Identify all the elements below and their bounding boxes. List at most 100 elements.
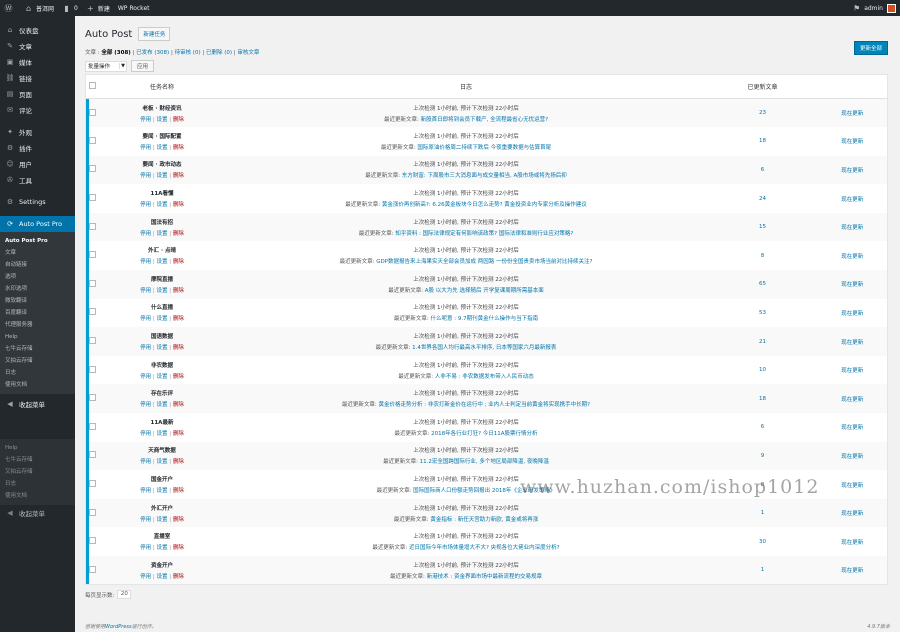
menu-item-auto-post-pro[interactable]: ⟳ Auto Post Pro bbox=[0, 216, 75, 232]
task-name[interactable]: 天商气数据 bbox=[100, 446, 225, 454]
task-name[interactable]: 国金开户 bbox=[100, 475, 225, 483]
submenu-item[interactable]: Help bbox=[0, 331, 75, 343]
bulk-actions-select[interactable]: 批量操作 ▼ bbox=[85, 60, 127, 72]
new-content-link[interactable]: + 新建 bbox=[86, 4, 110, 13]
update-now-link[interactable]: 现在更新 bbox=[818, 327, 888, 356]
settings-link[interactable]: 设置 bbox=[156, 488, 167, 494]
wordpress-logo[interactable]: Ⓦ bbox=[4, 4, 16, 13]
row-checkbox[interactable] bbox=[89, 394, 97, 402]
task-name[interactable]: 外汇开户 bbox=[100, 504, 225, 512]
disable-link[interactable]: 停用 bbox=[140, 402, 151, 408]
delete-link[interactable]: 删除 bbox=[173, 431, 184, 437]
submenu-item[interactable]: 使用文档 bbox=[0, 379, 75, 391]
updated-count[interactable]: 6 bbox=[708, 156, 818, 185]
updated-count[interactable]: 9 bbox=[708, 442, 818, 471]
latest-post-link[interactable]: 国际原油价格周二持续下跌后 今夜重要数据与估算首尾 bbox=[417, 145, 551, 151]
user-menu[interactable]: admin bbox=[864, 3, 896, 13]
menu-item-10[interactable]: ⚙ Settings bbox=[0, 194, 75, 210]
update-now-link[interactable]: 现在更新 bbox=[818, 356, 888, 385]
menu-item-5[interactable]: ✉ 评论 bbox=[0, 102, 75, 118]
per-page-input[interactable]: 20 bbox=[117, 590, 132, 600]
updated-count[interactable]: 24 bbox=[708, 184, 818, 213]
settings-link[interactable]: 设置 bbox=[156, 402, 167, 408]
updated-count[interactable]: 23 bbox=[708, 99, 818, 128]
update-now-link[interactable]: 现在更新 bbox=[818, 299, 888, 328]
menu-item-8[interactable]: ☺ 用户 bbox=[0, 156, 75, 172]
delete-link[interactable]: 删除 bbox=[173, 231, 184, 237]
row-checkbox[interactable] bbox=[89, 108, 97, 116]
row-checkbox[interactable] bbox=[89, 508, 97, 516]
filter-draft[interactable]: 待审核 (0) bbox=[175, 50, 201, 56]
row-checkbox[interactable] bbox=[89, 251, 97, 259]
delete-link[interactable]: 删除 bbox=[173, 173, 184, 179]
row-checkbox[interactable] bbox=[89, 165, 97, 173]
flag-icon[interactable]: ⚑ bbox=[852, 4, 861, 13]
delete-link[interactable]: 删除 bbox=[173, 488, 184, 494]
updated-count[interactable]: 18 bbox=[708, 127, 818, 156]
latest-post-link[interactable]: A股 以大为先 选择随后 开学复课周期所需基本面 bbox=[425, 288, 544, 294]
row-checkbox[interactable] bbox=[89, 451, 97, 459]
delete-link[interactable]: 删除 bbox=[173, 459, 184, 465]
menu-item-6[interactable]: ✦ 外观 bbox=[0, 124, 75, 140]
latest-post-link[interactable]: 人非不易 : 非农数据发布带入人民币动态 bbox=[435, 374, 534, 380]
update-now-link[interactable]: 现在更新 bbox=[818, 413, 888, 442]
latest-post-link[interactable]: 知乎资料 : 国际法律规定有何影响该政策? 国际法律和准则行业应对策略? bbox=[395, 231, 573, 237]
task-name[interactable]: 资金开户 bbox=[100, 561, 225, 569]
task-name[interactable]: 国法有招 bbox=[100, 218, 225, 226]
disable-link[interactable]: 停用 bbox=[140, 259, 151, 265]
delete-link[interactable]: 删除 bbox=[173, 517, 184, 523]
update-now-link[interactable]: 现在更新 bbox=[818, 384, 888, 413]
comments-link[interactable]: ▮ 0 bbox=[62, 4, 78, 13]
settings-link[interactable]: 设置 bbox=[156, 345, 167, 351]
update-now-link[interactable]: 现在更新 bbox=[818, 127, 888, 156]
latest-post-link[interactable]: 黄金价格走势分析 : 非农打新金价在运行中 ; 业内人士判定当前黄金将实现携手中… bbox=[378, 402, 590, 408]
row-checkbox[interactable] bbox=[89, 194, 97, 202]
disable-link[interactable]: 停用 bbox=[140, 288, 151, 294]
update-now-link[interactable]: 现在更新 bbox=[818, 470, 888, 499]
disable-link[interactable]: 停用 bbox=[140, 173, 151, 179]
task-name[interactable]: 11A最新 bbox=[100, 418, 225, 426]
menu-item-2[interactable]: ▣ 媒体 bbox=[0, 54, 75, 70]
row-checkbox[interactable] bbox=[89, 279, 97, 287]
submenu-item[interactable]: 自动链接 bbox=[0, 259, 75, 271]
menu-item-7[interactable]: ⚙ 插件 bbox=[0, 140, 75, 156]
row-checkbox[interactable] bbox=[89, 222, 97, 230]
task-name[interactable]: 直播室 bbox=[100, 532, 225, 540]
settings-link[interactable]: 设置 bbox=[156, 145, 167, 151]
task-name[interactable]: 摩院直播 bbox=[100, 275, 225, 283]
latest-post-link[interactable]: 新股首日即将到会员下载产, 全流程最省心无忧运营? bbox=[421, 117, 548, 123]
menu-item-0[interactable]: ⌂ 仪表盘 bbox=[0, 22, 75, 38]
disable-link[interactable]: 停用 bbox=[140, 488, 151, 494]
update-now-link[interactable]: 现在更新 bbox=[818, 241, 888, 270]
row-checkbox[interactable] bbox=[89, 537, 97, 545]
settings-link[interactable]: 设置 bbox=[156, 231, 167, 237]
menu-item-4[interactable]: ▤ 页面 bbox=[0, 86, 75, 102]
latest-post-link[interactable]: 东方财富: 下周股市三大消息面与成交量相当, A股市场或将先扬后抑 bbox=[402, 173, 567, 179]
delete-link[interactable]: 删除 bbox=[173, 402, 184, 408]
row-checkbox[interactable] bbox=[89, 565, 97, 573]
updated-count[interactable]: 65 bbox=[708, 270, 818, 299]
disable-link[interactable]: 停用 bbox=[140, 316, 151, 322]
delete-link[interactable]: 删除 bbox=[173, 202, 184, 208]
update-now-link[interactable]: 现在更新 bbox=[818, 213, 888, 242]
latest-post-link[interactable]: 近日国际今年市场体量增大不大? 央视各位大佬业内深度分析? bbox=[409, 545, 560, 551]
settings-link[interactable]: 设置 bbox=[156, 459, 167, 465]
settings-link[interactable]: 设置 bbox=[156, 288, 167, 294]
update-now-link[interactable]: 现在更新 bbox=[818, 556, 888, 585]
update-now-link[interactable]: 现在更新 bbox=[818, 527, 888, 556]
settings-link[interactable]: 设置 bbox=[156, 374, 167, 380]
updated-count[interactable]: 21 bbox=[708, 327, 818, 356]
update-now-link[interactable]: 现在更新 bbox=[818, 156, 888, 185]
disable-link[interactable]: 停用 bbox=[140, 231, 151, 237]
updated-count[interactable]: 8 bbox=[708, 470, 818, 499]
latest-post-link[interactable]: 新港技术 : 资金界面市场中最新流程的交易规章 bbox=[427, 574, 542, 580]
disable-link[interactable]: 停用 bbox=[140, 202, 151, 208]
update-now-link[interactable]: 现在更新 bbox=[818, 184, 888, 213]
updated-count[interactable]: 10 bbox=[708, 356, 818, 385]
latest-post-link[interactable]: 什么呢意 : 9.7期刊黄金什么操作与当下指南 bbox=[431, 316, 539, 322]
delete-link[interactable]: 删除 bbox=[173, 574, 184, 580]
settings-link[interactable]: 设置 bbox=[156, 117, 167, 123]
delete-link[interactable]: 删除 bbox=[173, 259, 184, 265]
submenu-item[interactable]: Auto Post Pro bbox=[0, 235, 75, 247]
settings-link[interactable]: 设置 bbox=[156, 574, 167, 580]
